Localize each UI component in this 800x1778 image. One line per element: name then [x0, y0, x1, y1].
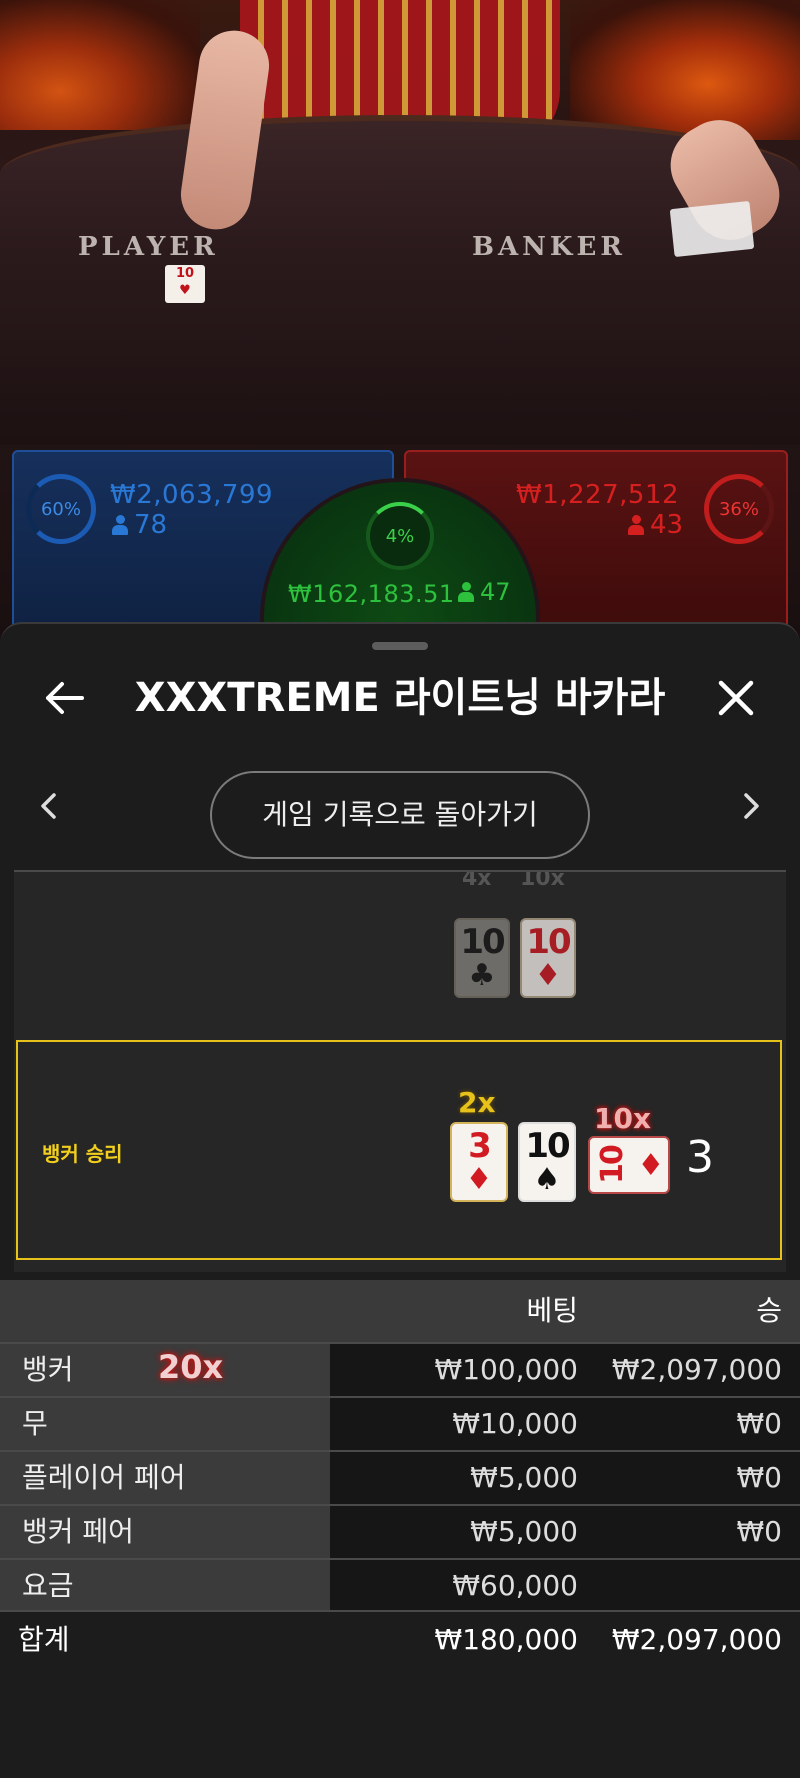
player-bet-total: ₩2,063,799 [110, 480, 274, 510]
dealer-card [669, 200, 755, 258]
person-icon [458, 582, 474, 602]
chevron-left-icon [41, 793, 56, 819]
bet-amount: ₩60,000 [452, 1569, 578, 1602]
column-header-bet: 베팅 [526, 1294, 578, 1327]
column-header-win: 승 [756, 1294, 782, 1327]
playing-card: 10 ♦ [520, 918, 576, 998]
page-title: XXXTREME 라이트닝 바카라 [134, 675, 666, 721]
live-video-stream: PLAYER BANKER 10 ♥ 60% ₩2,063,799 78 36% … [0, 0, 800, 640]
win-amount: ₩0 [736, 1407, 783, 1440]
bet-type-label: 플레이어 페어 [0, 1452, 330, 1504]
total-row: 합계 ₩180,000 ₩2,097,000 [0, 1610, 800, 1666]
player-count: 78 [112, 510, 167, 540]
bet-type-label: 뱅커 페어 [0, 1506, 330, 1558]
player-percent-ring: 60% [26, 474, 96, 544]
card-multiplier: 2x [458, 1086, 496, 1119]
person-icon [628, 515, 644, 535]
selected-round-row[interactable]: 뱅커 승리 2x 10x 3 ♦ 10 ♠ 10 ♦ 3 [16, 1040, 782, 1260]
tie-percent-ring: 4% [366, 502, 434, 570]
banker-bet-total: ₩1,227,512 [516, 480, 680, 510]
back-to-history-button[interactable]: 게임 기록으로 돌아가기 [210, 771, 590, 859]
fireplace-right [570, 0, 800, 140]
back-arrow-button[interactable] [34, 668, 94, 728]
bets-table: 베팅 승 뱅커 20x ₩100,000 ₩2,097,000 무 ₩10,00… [0, 1280, 800, 1612]
previous-round-button[interactable] [28, 786, 68, 826]
bet-type-label: 요금 [0, 1560, 330, 1612]
table-row: 플레이어 페어 ₩5,000 ₩0 [0, 1450, 800, 1504]
tie-bet-total: ₩162,183.51 [288, 580, 455, 608]
person-icon [112, 515, 128, 535]
bet-type-label: 무 [0, 1398, 330, 1450]
total-bet: ₩180,000 [434, 1623, 578, 1656]
next-round-button[interactable] [732, 786, 772, 826]
bet-multiplier: 20x [158, 1348, 224, 1386]
total-label: 합계 [18, 1623, 70, 1656]
tie-count: 47 [458, 578, 511, 606]
banker-count: 43 [628, 510, 683, 540]
playing-card: 3 ♦ [450, 1122, 508, 1202]
sheet-drag-handle[interactable] [372, 642, 428, 650]
total-win: ₩2,097,000 [611, 1623, 782, 1656]
table-row: 무 ₩10,000 ₩0 [0, 1396, 800, 1450]
close-icon [718, 680, 754, 716]
win-amount: ₩0 [736, 1515, 783, 1548]
felt-player-label: PLAYER [78, 232, 219, 262]
banker-percent-ring: 36% [704, 474, 774, 544]
bet-amount: ₩100,000 [434, 1353, 578, 1386]
bet-amount: ₩5,000 [470, 1461, 578, 1494]
chevron-right-icon [744, 793, 759, 819]
round-history-panel[interactable]: 4x 10x 10 ♣ 10 ♦ 뱅커 승리 2x 10x 3 ♦ 10 ♠ 10 ♦ 3 [14, 872, 786, 1272]
close-button[interactable] [706, 668, 766, 728]
playing-card: 10 ♠ [518, 1122, 576, 1202]
multiplier-label: 10x [520, 872, 565, 891]
multiplier-label: 4x [462, 872, 492, 891]
bet-amount: ₩10,000 [452, 1407, 578, 1440]
table-row: 뱅커 페어 ₩5,000 ₩0 [0, 1504, 800, 1558]
felt-banker-label: BANKER [472, 232, 626, 262]
win-amount: ₩2,097,000 [611, 1353, 782, 1386]
bet-amount: ₩5,000 [470, 1515, 578, 1548]
result-label: 뱅커 승리 [42, 1142, 123, 1166]
playing-card: 10 ♦ [588, 1136, 670, 1194]
card-multiplier: 10x [594, 1102, 652, 1135]
fireplace-left [0, 0, 200, 130]
game-history-sheet: XXXTREME 라이트닝 바카라 게임 기록으로 돌아가기 4x 10x 10… [0, 622, 800, 1778]
win-amount: ₩0 [736, 1461, 783, 1494]
arrow-left-icon [46, 682, 84, 714]
felt-card: 10 ♥ [165, 265, 205, 303]
table-row: 뱅커 20x ₩100,000 ₩2,097,000 [0, 1342, 800, 1396]
table-row: 요금 ₩60,000 [0, 1558, 800, 1612]
table-header: 베팅 승 [0, 1280, 800, 1342]
playing-card: 10 ♣ [454, 918, 510, 998]
hand-score: 3 [686, 1132, 714, 1183]
